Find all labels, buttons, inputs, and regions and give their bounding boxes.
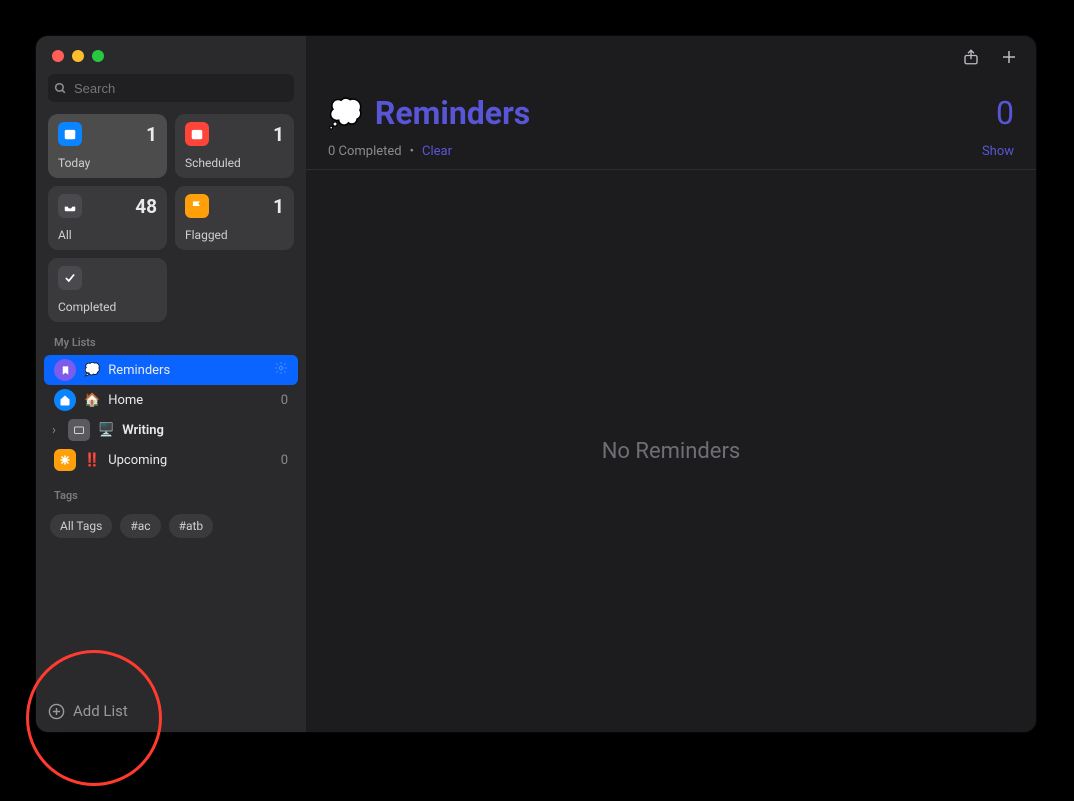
section-mylists: My Lists xyxy=(36,322,306,355)
smart-flagged-count: 1 xyxy=(273,195,284,218)
list-reminders[interactable]: 💭 Reminders xyxy=(44,355,298,385)
separator-dot: • xyxy=(410,144,414,159)
tag-item[interactable]: #atb xyxy=(169,514,214,538)
folder-icon xyxy=(68,419,90,441)
tag-item[interactable]: #ac xyxy=(120,514,160,538)
list-emoji: ‼️ xyxy=(84,453,100,468)
list-upcoming[interactable]: ‼️ Upcoming 0 xyxy=(44,445,298,475)
list-header: 💭 Reminders 0 xyxy=(306,82,1036,138)
smart-lists: 1 Today 1 Scheduled 48 xyxy=(36,102,306,322)
empty-state: No Reminders xyxy=(306,170,1036,732)
list-count: 0 xyxy=(281,393,288,408)
chevron-right-icon[interactable]: › xyxy=(48,423,60,438)
list-total-count: 0 xyxy=(996,94,1014,132)
smart-flagged[interactable]: 1 Flagged xyxy=(175,186,294,250)
list-label: Upcoming xyxy=(108,453,167,468)
list-label: Reminders xyxy=(108,363,170,378)
list-count: 0 xyxy=(281,453,288,468)
smart-completed-label: Completed xyxy=(58,300,157,314)
smart-all-label: All xyxy=(58,228,157,242)
list-emoji: 🏠 xyxy=(84,393,100,408)
search-wrap xyxy=(36,62,306,102)
plus-circle-icon xyxy=(48,703,65,720)
list-title: Reminders xyxy=(375,94,530,132)
search-input[interactable] xyxy=(48,74,294,102)
smart-all-count: 48 xyxy=(135,195,157,218)
list-writing[interactable]: › 🖥️ Writing xyxy=(44,415,298,445)
bookmark-icon xyxy=(54,359,76,381)
smart-today[interactable]: 1 Today xyxy=(48,114,167,178)
checkmark-icon xyxy=(58,266,82,290)
asterisk-icon xyxy=(54,449,76,471)
plus-icon[interactable] xyxy=(1000,48,1018,70)
add-list-button[interactable]: Add List xyxy=(48,702,128,720)
house-icon xyxy=(54,389,76,411)
fullscreen-window-button[interactable] xyxy=(92,50,104,62)
toolbar xyxy=(306,36,1036,82)
tray-icon xyxy=(58,194,82,218)
completed-count: 0 Completed xyxy=(328,144,402,159)
smart-today-label: Today xyxy=(58,156,157,170)
smart-scheduled-label: Scheduled xyxy=(185,156,284,170)
list-emoji: 💭 xyxy=(84,363,100,378)
list-label: Writing xyxy=(122,423,164,438)
smart-today-count: 1 xyxy=(146,123,157,146)
app-window: 1 Today 1 Scheduled 48 xyxy=(36,36,1036,732)
flag-icon xyxy=(185,194,209,218)
my-lists: 💭 Reminders 🏠 Home 0 › 🖥️ xyxy=(36,355,306,475)
smart-flagged-label: Flagged xyxy=(185,228,284,242)
section-tags: Tags xyxy=(36,475,306,508)
list-home[interactable]: 🏠 Home 0 xyxy=(44,385,298,415)
list-header-emoji: 💭 xyxy=(328,97,363,130)
share-icon[interactable] xyxy=(962,47,980,71)
list-label: Home xyxy=(108,393,143,408)
window-controls xyxy=(36,36,306,62)
close-window-button[interactable] xyxy=(52,50,64,62)
clear-button[interactable]: Clear xyxy=(422,144,452,159)
calendar-today-icon xyxy=(58,122,82,146)
gear-icon[interactable] xyxy=(274,361,288,379)
sidebar: 1 Today 1 Scheduled 48 xyxy=(36,36,306,732)
smart-scheduled-count: 1 xyxy=(273,123,284,146)
main-pane: 💭 Reminders 0 0 Completed • Clear Show N… xyxy=(306,36,1036,732)
list-subheader: 0 Completed • Clear Show xyxy=(306,138,1036,169)
smart-all[interactable]: 48 All xyxy=(48,186,167,250)
add-list-label: Add List xyxy=(73,702,128,720)
tag-all[interactable]: All Tags xyxy=(50,514,112,538)
smart-scheduled[interactable]: 1 Scheduled xyxy=(175,114,294,178)
tags-row: All Tags #ac #atb xyxy=(36,508,306,544)
smart-completed[interactable]: Completed xyxy=(48,258,167,322)
list-emoji: 🖥️ xyxy=(98,423,114,438)
calendar-icon xyxy=(185,122,209,146)
minimize-window-button[interactable] xyxy=(72,50,84,62)
show-button[interactable]: Show xyxy=(982,144,1014,159)
